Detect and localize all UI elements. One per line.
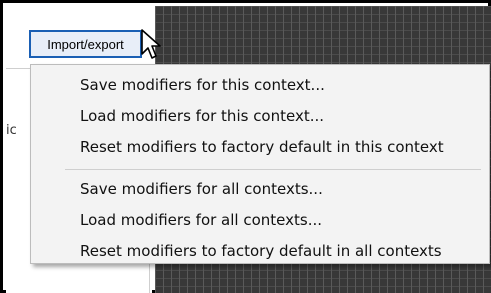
- menu-item-load-this-context[interactable]: Load modifiers for this context...: [80, 104, 324, 128]
- import-export-menu: Save modifiers for this context... Load …: [30, 64, 490, 264]
- menu-item-load-all-contexts[interactable]: Load modifiers for all contexts...: [80, 208, 322, 232]
- import-export-button[interactable]: Import/export: [29, 30, 142, 58]
- menu-item-save-all-contexts[interactable]: Save modifiers for all contexts...: [80, 177, 323, 201]
- menu-separator: [65, 169, 481, 170]
- mouse-pointer-icon: [141, 29, 161, 59]
- menu-item-reset-this-context[interactable]: Reset modifiers to factory default in th…: [80, 135, 444, 159]
- menu-item-save-this-context[interactable]: Save modifiers for this context...: [80, 73, 325, 97]
- panel-label-fragment: ic: [6, 123, 17, 138]
- menu-item-reset-all-contexts[interactable]: Reset modifiers to factory default in al…: [80, 239, 442, 263]
